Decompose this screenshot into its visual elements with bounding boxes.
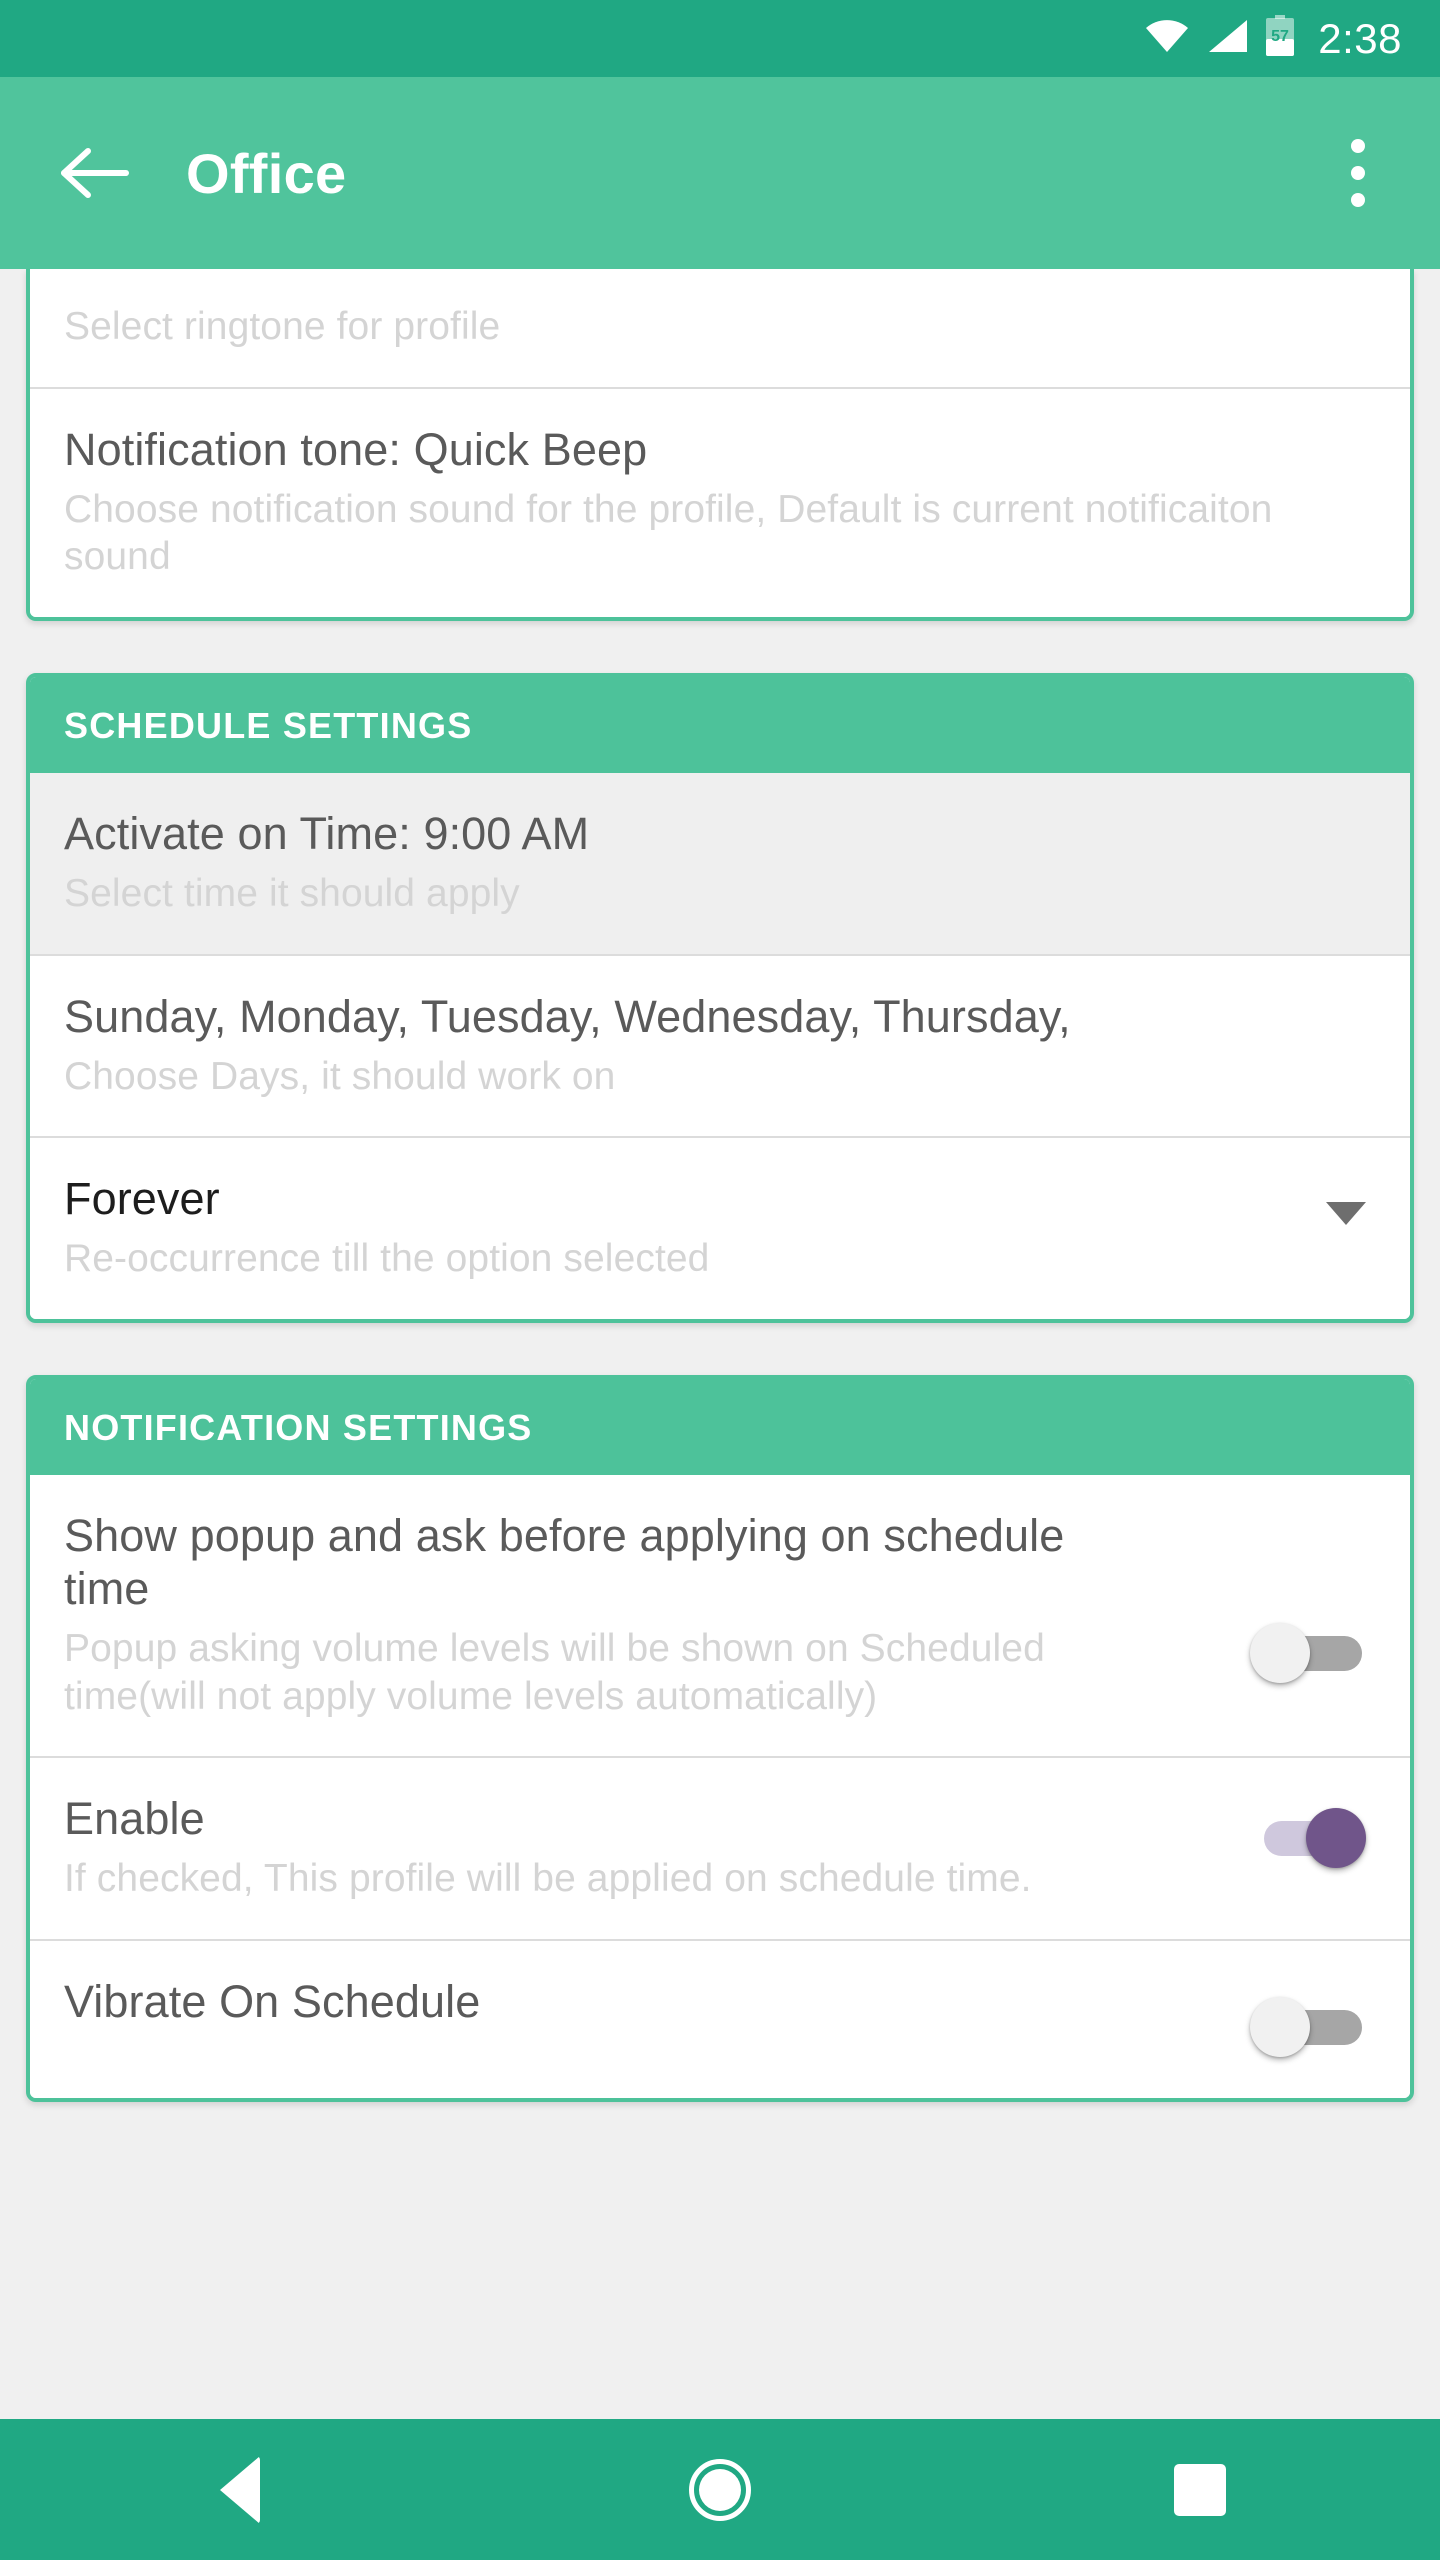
notification-settings-card: NOTIFICATION SETTINGS Show popup and ask… <box>26 1374 1414 2102</box>
app-bar: Office <box>0 77 1440 269</box>
overflow-menu-icon <box>1351 166 1365 180</box>
choose-days-title: Sunday, Monday, Tuesday, Wednesday, Thur… <box>64 990 1071 1042</box>
wifi-icon <box>1145 19 1189 58</box>
enable-row[interactable]: Enable If checked, This profile will be … <box>30 1756 1410 1939</box>
settings-scroll-area[interactable]: Select ringtone for profile Notification… <box>0 269 1440 2419</box>
choose-days-row[interactable]: Sunday, Monday, Tuesday, Wednesday, Thur… <box>30 953 1410 1137</box>
card-spacer <box>0 1323 1440 1375</box>
sound-settings-card: Select ringtone for profile Notification… <box>26 269 1414 621</box>
battery-icon: 57 <box>1265 15 1295 62</box>
chevron-down-icon[interactable] <box>1326 1202 1366 1226</box>
nav-recents-button[interactable] <box>960 2419 1440 2560</box>
show-popup-toggle[interactable] <box>1250 1622 1366 1683</box>
toggle-thumb <box>1250 1622 1310 1683</box>
ringtone-subtitle: Select ringtone for profile <box>64 305 501 348</box>
schedule-settings-card: SCHEDULE SETTINGS Activate on Time: 9:00… <box>26 672 1414 1323</box>
notification-settings-header-label: NOTIFICATION SETTINGS <box>64 1406 533 1448</box>
overflow-menu-icon <box>1351 193 1365 207</box>
vibrate-row[interactable]: Vibrate On Schedule <box>30 1938 1410 2098</box>
notification-tone-row[interactable]: Notification tone: Quick Beep Choose not… <box>30 386 1410 617</box>
schedule-settings-header: SCHEDULE SETTINGS <box>30 676 1410 773</box>
recurrence-selected-value: Forever <box>64 1173 220 1225</box>
overflow-menu-button[interactable] <box>1310 118 1406 228</box>
nav-recents-icon <box>1174 2463 1226 2516</box>
back-button[interactable] <box>46 125 142 221</box>
schedule-settings-header-label: SCHEDULE SETTINGS <box>64 704 473 746</box>
notification-settings-header: NOTIFICATION SETTINGS <box>30 1378 1410 1475</box>
show-popup-subtitle: Popup asking volume levels will be shown… <box>64 1627 1045 1718</box>
phone-screen: 57 2:38 Office Select ringtone for profi… <box>0 0 1440 2560</box>
back-arrow-icon <box>61 148 129 198</box>
nav-home-icon <box>689 2458 751 2521</box>
cellular-signal-icon <box>1206 19 1248 58</box>
notification-tone-title: Notification tone: Quick Beep <box>64 423 648 475</box>
ringtone-row[interactable]: Select ringtone for profile <box>30 269 1410 387</box>
enable-toggle[interactable] <box>1250 1808 1366 1869</box>
toggle-thumb <box>1250 1996 1310 2057</box>
page-title: Office <box>186 141 347 205</box>
vibrate-title: Vibrate On Schedule <box>64 1975 481 2027</box>
enable-subtitle: If checked, This profile will be applied… <box>64 1857 1032 1901</box>
status-bar: 57 2:38 <box>0 0 1440 77</box>
nav-back-button[interactable] <box>0 2419 480 2560</box>
activate-time-row[interactable]: Activate on Time: 9:00 AM Select time it… <box>30 772 1410 954</box>
status-bar-clock: 2:38 <box>1318 14 1402 62</box>
show-popup-title: Show popup and ask before applying on sc… <box>64 1509 1065 1614</box>
card-spacer <box>0 621 1440 673</box>
overflow-menu-icon <box>1351 139 1365 153</box>
activate-time-title: Activate on Time: 9:00 AM <box>64 807 590 859</box>
nav-home-button[interactable] <box>480 2419 960 2560</box>
toggle-thumb <box>1306 1808 1366 1869</box>
system-navigation-bar <box>0 2419 1440 2560</box>
svg-text:57: 57 <box>1271 28 1289 45</box>
recurrence-subtitle: Re-occurrence till the option selected <box>64 1237 710 1281</box>
recurrence-row[interactable]: Forever Re-occurrence till the option se… <box>30 1136 1410 1319</box>
nav-back-icon <box>220 2455 260 2524</box>
enable-title: Enable <box>64 1793 205 1845</box>
activate-time-subtitle: Select time it should apply <box>64 871 520 915</box>
choose-days-subtitle: Choose Days, it should work on <box>64 1054 616 1098</box>
vibrate-toggle[interactable] <box>1250 1996 1366 2057</box>
show-popup-row[interactable]: Show popup and ask before applying on sc… <box>30 1474 1410 1757</box>
notification-tone-subtitle: Choose notification sound for the profil… <box>64 487 1273 579</box>
